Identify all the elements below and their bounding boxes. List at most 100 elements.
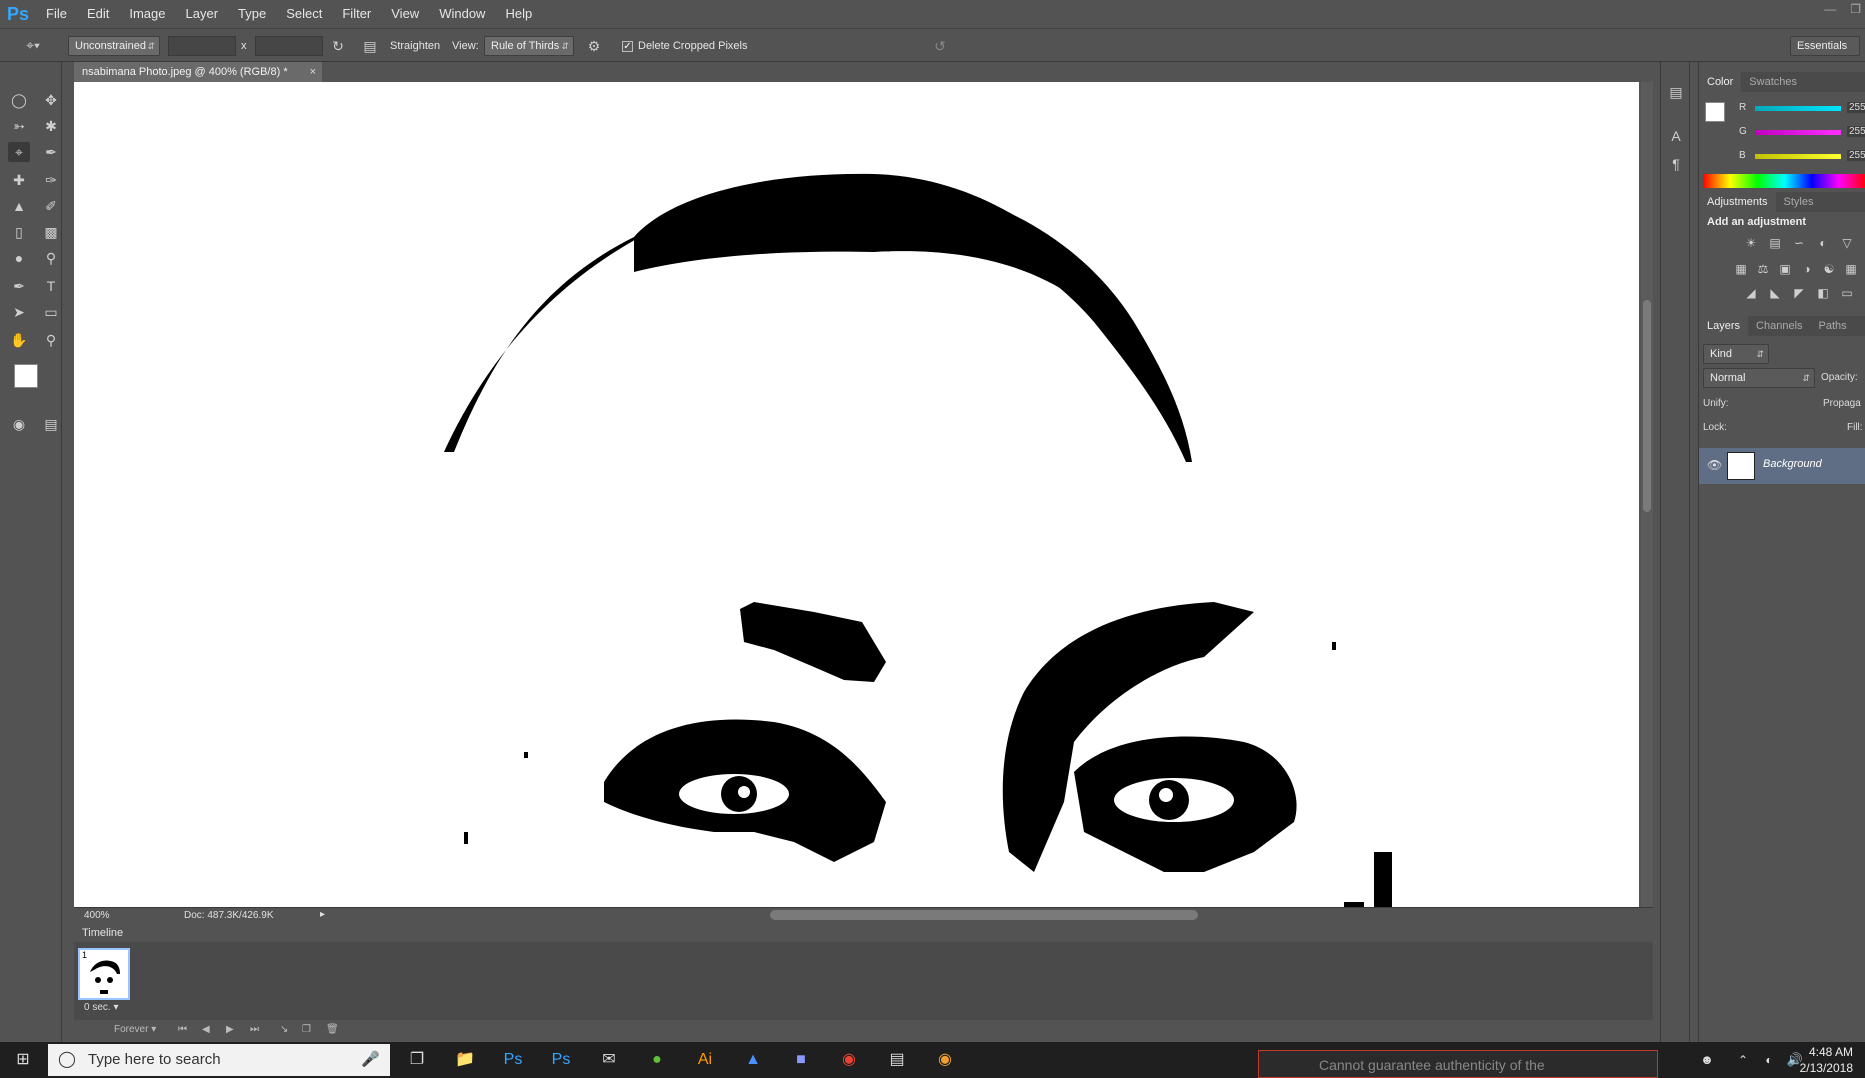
- eyedropper-icon[interactable]: ✒: [40, 142, 62, 162]
- menu-file[interactable]: File: [36, 0, 77, 28]
- lasso-tool-icon[interactable]: ➳: [8, 116, 30, 136]
- overlay-view-dropdown[interactable]: Rule of Thirds ⇵: [484, 36, 574, 56]
- menu-window[interactable]: Window: [429, 0, 495, 28]
- quick-mask-icon[interactable]: ◉: [8, 414, 30, 434]
- task-view-icon[interactable]: ❐: [400, 1042, 434, 1078]
- width-input[interactable]: [168, 36, 236, 56]
- first-frame-icon[interactable]: ⏮: [178, 1024, 187, 1035]
- g-value[interactable]: 255: [1847, 126, 1865, 137]
- menu-select[interactable]: Select: [276, 0, 332, 28]
- minimize-icon[interactable]: —: [1824, 2, 1836, 16]
- crop-tool-preset-icon[interactable]: ⌖▾: [18, 35, 48, 55]
- menu-image[interactable]: Image: [119, 0, 175, 28]
- menu-edit[interactable]: Edit: [77, 0, 119, 28]
- gear-icon[interactable]: ⚙: [584, 36, 604, 56]
- layer-row-background[interactable]: 👁 Background: [1699, 448, 1865, 484]
- gradient-map-icon[interactable]: ▭: [1839, 286, 1855, 300]
- move-tool-icon[interactable]: ✥: [40, 90, 62, 110]
- height-input[interactable]: [255, 36, 323, 56]
- reset-icon[interactable]: ↺: [930, 36, 950, 56]
- system-clock[interactable]: 4:48 AM 2/13/2018: [1800, 1044, 1853, 1076]
- visibility-eye-icon[interactable]: 👁: [1707, 458, 1722, 472]
- workspace-switcher[interactable]: Essentials: [1790, 36, 1860, 56]
- tab-layers[interactable]: Layers: [1699, 316, 1749, 336]
- microphone-icon[interactable]: 🎤: [361, 1044, 380, 1076]
- file-explorer-icon[interactable]: 📁: [448, 1042, 482, 1078]
- layer-filter-dropdown[interactable]: Kind ⇵: [1703, 344, 1769, 364]
- color-balance-icon[interactable]: ⚖: [1755, 262, 1771, 276]
- r-slider[interactable]: [1755, 106, 1841, 111]
- tab-styles[interactable]: Styles: [1776, 192, 1822, 212]
- clone-stamp-icon[interactable]: ▲: [8, 196, 30, 216]
- color-spectrum[interactable]: [1703, 174, 1865, 188]
- app-gray-icon[interactable]: ▤: [880, 1042, 914, 1078]
- horizontal-scroll-thumb[interactable]: [770, 910, 1198, 920]
- levels-icon[interactable]: ▤: [1767, 236, 1783, 250]
- photoshop2-taskbar-icon[interactable]: Ps: [544, 1042, 578, 1078]
- zoom-tool-icon[interactable]: ⚲: [40, 330, 62, 350]
- straighten-button[interactable]: Straighten: [390, 36, 440, 56]
- photo-filter-icon[interactable]: ◑: [1799, 262, 1815, 276]
- invert-icon[interactable]: ◢: [1743, 286, 1759, 300]
- path-selection-icon[interactable]: ➤: [8, 302, 30, 322]
- crop-tool-icon[interactable]: ⌖: [8, 142, 30, 162]
- b-slider[interactable]: [1755, 154, 1841, 159]
- curves-icon[interactable]: ∽: [1791, 236, 1807, 250]
- delete-frame-icon[interactable]: 🗑: [326, 1024, 339, 1035]
- hue-saturation-icon[interactable]: ▦: [1733, 262, 1749, 276]
- hand-tool-icon[interactable]: ✋: [8, 330, 30, 350]
- frame-delay[interactable]: 0 sec. ▾: [84, 1002, 119, 1013]
- healing-brush-icon[interactable]: ✚: [8, 170, 30, 190]
- screen-mode-icon[interactable]: ▤: [40, 414, 62, 434]
- menu-filter[interactable]: Filter: [332, 0, 381, 28]
- character-panel-icon[interactable]: A: [1665, 126, 1687, 146]
- threshold-icon[interactable]: ◤: [1791, 286, 1807, 300]
- status-menu-icon[interactable]: ▸: [320, 909, 325, 920]
- close-icon[interactable]: ×: [310, 62, 316, 82]
- app-color-icon[interactable]: ◉: [928, 1042, 962, 1078]
- animation-frame[interactable]: 1: [78, 948, 130, 1000]
- menu-view[interactable]: View: [381, 0, 429, 28]
- app-dark-icon[interactable]: ■: [784, 1042, 818, 1078]
- foreground-color-swatch[interactable]: [14, 364, 38, 388]
- color-lookup-icon[interactable]: ▦: [1843, 262, 1859, 276]
- fg-color-chip[interactable]: [1705, 102, 1725, 122]
- previous-frame-icon[interactable]: ◀: [202, 1024, 210, 1035]
- b-value[interactable]: 255: [1847, 150, 1865, 161]
- app-blue-icon[interactable]: ▲: [736, 1042, 770, 1078]
- loop-dropdown[interactable]: Forever ▾: [114, 1024, 156, 1035]
- illustrator-icon[interactable]: Ai: [688, 1042, 722, 1078]
- paragraph-panel-icon[interactable]: ¶: [1665, 154, 1687, 174]
- brush-tool-icon[interactable]: ✑: [40, 170, 62, 190]
- restore-icon[interactable]: ❐: [1850, 2, 1861, 16]
- rectangle-tool-icon[interactable]: ▭: [40, 302, 62, 322]
- duplicate-frame-icon[interactable]: ❐: [302, 1024, 311, 1035]
- tween-icon[interactable]: ↘: [280, 1024, 288, 1035]
- paint-bucket-icon[interactable]: ▩: [40, 222, 62, 242]
- eraser-icon[interactable]: ▯: [8, 222, 30, 242]
- tab-paths[interactable]: Paths: [1811, 316, 1855, 336]
- marquee-tool-icon[interactable]: ◯: [8, 90, 30, 110]
- blur-tool-icon[interactable]: ●: [8, 248, 30, 268]
- vibrance-icon[interactable]: ▽: [1839, 236, 1855, 250]
- next-frame-icon[interactable]: ⏭: [250, 1024, 259, 1035]
- straighten-icon[interactable]: ▤: [360, 36, 380, 56]
- aspect-ratio-dropdown[interactable]: Unconstrained ⇵: [68, 36, 160, 56]
- menu-type[interactable]: Type: [228, 0, 276, 28]
- photoshop-taskbar-icon[interactable]: Ps: [496, 1042, 530, 1078]
- channel-mixer-icon[interactable]: ☯: [1821, 262, 1837, 276]
- app-green-icon[interactable]: ●: [640, 1042, 674, 1078]
- exposure-icon[interactable]: ◐: [1815, 236, 1831, 250]
- windows-start-icon[interactable]: ⊞: [6, 1042, 40, 1078]
- tab-swatches[interactable]: Swatches: [1741, 72, 1805, 92]
- blend-mode-dropdown[interactable]: Normal ⇵: [1703, 368, 1815, 388]
- notification-toast[interactable]: Cannot guarantee authenticity of the: [1258, 1050, 1658, 1078]
- document-canvas[interactable]: [74, 82, 1639, 907]
- document-tab[interactable]: nsabimana Photo.jpeg @ 400% (RGB/8) * ×: [74, 62, 322, 82]
- history-panel-icon[interactable]: ▤: [1665, 82, 1687, 102]
- posterize-icon[interactable]: ◣: [1767, 286, 1783, 300]
- menu-help[interactable]: Help: [495, 0, 542, 28]
- dodge-tool-icon[interactable]: ⚲: [40, 248, 62, 268]
- swap-icon[interactable]: ↻: [328, 36, 348, 56]
- taskbar-search[interactable]: ◯ Type here to search 🎤: [48, 1044, 390, 1076]
